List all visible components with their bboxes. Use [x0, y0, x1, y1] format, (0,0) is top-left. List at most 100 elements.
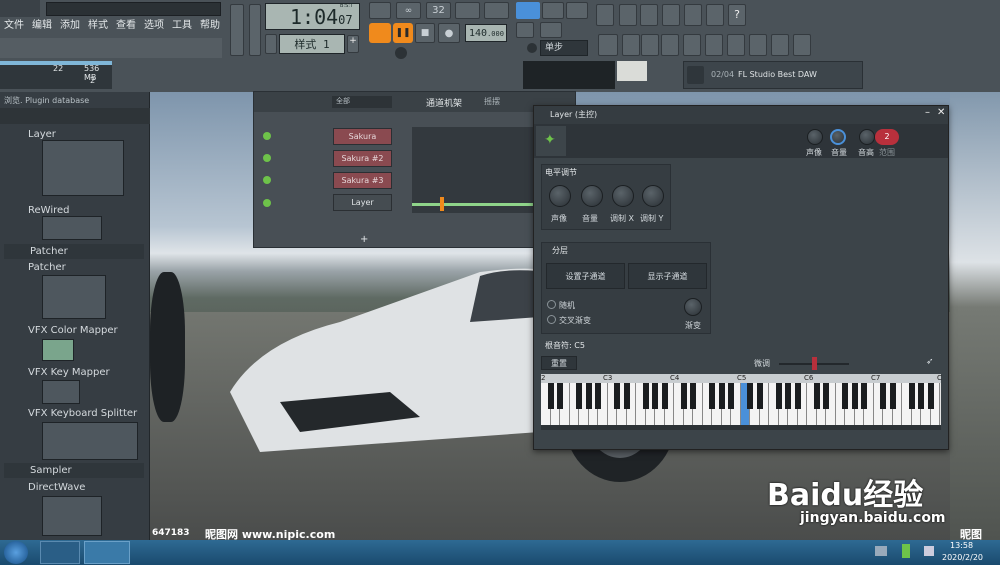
- channel-led[interactable]: [263, 132, 271, 140]
- step-edit-icon[interactable]: [455, 2, 480, 19]
- black-key[interactable]: [794, 383, 801, 409]
- save-icon[interactable]: [596, 4, 614, 26]
- browser-item-vfx-key-mapper[interactable]: VFX Key Mapper: [28, 367, 110, 378]
- volume-tray-icon[interactable]: [924, 546, 934, 556]
- wrench-icon[interactable]: ✦: [536, 126, 566, 156]
- channel-rack-titlebar[interactable]: 全部 通道机架 摇摆: [254, 92, 575, 112]
- black-key[interactable]: [576, 383, 582, 409]
- finetune-handle[interactable]: [812, 357, 817, 370]
- menu-tools[interactable]: 工具: [168, 19, 196, 35]
- black-key[interactable]: [775, 383, 782, 409]
- pattern-song-toggle[interactable]: [369, 23, 391, 43]
- piano-keys[interactable]: [541, 383, 941, 425]
- touch-keyboard-icon[interactable]: [771, 34, 789, 56]
- crossfade-radio[interactable]: [547, 315, 556, 324]
- black-key[interactable]: [747, 383, 753, 409]
- bird-icon[interactable]: ➶: [926, 357, 934, 367]
- black-key[interactable]: [880, 383, 886, 409]
- menu-file[interactable]: 文件: [0, 19, 28, 35]
- level-pan-knob[interactable]: [549, 185, 571, 207]
- black-key[interactable]: [595, 383, 601, 409]
- link-icon[interactable]: [540, 22, 562, 38]
- root-note-keyboard[interactable]: 2 C3 C4 C5 C6 C7 C: [541, 374, 942, 430]
- keyboard-scrollbar[interactable]: [541, 425, 941, 430]
- stop-button[interactable]: ■: [415, 23, 435, 43]
- browser-icon[interactable]: [683, 34, 701, 56]
- download-icon[interactable]: [687, 66, 704, 84]
- black-key[interactable]: [709, 383, 715, 409]
- black-key[interactable]: [861, 383, 867, 409]
- render-icon[interactable]: [684, 4, 702, 26]
- layer-titlebar[interactable]: Layer (主控) – ✕: [534, 106, 948, 124]
- mod-y-knob[interactable]: [642, 185, 664, 207]
- reset-button[interactable]: 重置: [541, 356, 577, 370]
- channel-button-sakura[interactable]: Sakura: [333, 128, 392, 145]
- mod-x-knob[interactable]: [612, 185, 634, 207]
- keyboard-tray-icon[interactable]: [875, 546, 887, 556]
- bird-icon[interactable]: [793, 34, 811, 56]
- menu-edit[interactable]: 编辑: [28, 19, 56, 35]
- menu-view[interactable]: 查看: [112, 19, 140, 35]
- black-key[interactable]: [908, 383, 915, 409]
- browser-header[interactable]: 浏览. Plugin database: [4, 95, 89, 106]
- pattern-selector[interactable]: 样式 1: [279, 34, 345, 54]
- black-key[interactable]: [927, 383, 934, 409]
- minimize-icon[interactable]: –: [925, 107, 930, 118]
- black-key[interactable]: [680, 383, 687, 409]
- plugin-manager-icon[interactable]: [727, 34, 745, 56]
- taskbar-app-browser[interactable]: [40, 541, 80, 564]
- black-key[interactable]: [690, 383, 696, 409]
- black-key[interactable]: [585, 383, 592, 409]
- browser-item-patcher[interactable]: Patcher: [28, 262, 66, 273]
- window-controls[interactable]: [0, 0, 40, 17]
- snap-selector[interactable]: 单步: [540, 40, 588, 56]
- pattern-add-icon[interactable]: +: [347, 35, 359, 53]
- master-pitch-slider[interactable]: [249, 4, 261, 56]
- menu-options[interactable]: 选项: [140, 19, 168, 35]
- black-key[interactable]: [823, 383, 829, 409]
- channel-button-sakura-2[interactable]: Sakura #2: [333, 150, 392, 167]
- help-icon[interactable]: ?: [728, 4, 746, 26]
- black-key[interactable]: [718, 383, 725, 409]
- black-key[interactable]: [756, 383, 763, 409]
- pattern-prev-icon[interactable]: [265, 34, 277, 54]
- piano-roll-icon[interactable]: [622, 34, 640, 56]
- black-key[interactable]: [785, 383, 791, 409]
- fade-knob[interactable]: [684, 298, 702, 316]
- level-volume-knob[interactable]: [581, 185, 603, 207]
- black-key[interactable]: [851, 383, 858, 409]
- browser-item-layer[interactable]: Layer: [28, 129, 56, 140]
- undo-icon[interactable]: [662, 4, 680, 26]
- battery-icon[interactable]: [902, 544, 910, 558]
- microphone-icon[interactable]: [706, 4, 724, 26]
- record-mode-icon[interactable]: [369, 2, 391, 19]
- close-icon[interactable]: ✕: [937, 107, 945, 118]
- plug-icon[interactable]: [749, 34, 767, 56]
- blend-notes-icon[interactable]: [484, 2, 509, 19]
- taskbar-app-flstudio[interactable]: [84, 541, 130, 564]
- piano-keyboard-mode-icon[interactable]: [516, 2, 540, 19]
- black-key[interactable]: [652, 383, 658, 409]
- menu-patterns[interactable]: 样式: [84, 19, 112, 35]
- channel-led[interactable]: [263, 199, 271, 207]
- tempo-display[interactable]: 140.000: [465, 24, 507, 42]
- browser-section-patcher[interactable]: Patcher: [4, 244, 144, 259]
- channel-button-sakura-3[interactable]: Sakura #3: [333, 172, 392, 189]
- channel-filter-select[interactable]: 全部: [332, 96, 392, 108]
- channel-button-layer[interactable]: Layer: [333, 194, 392, 211]
- black-key[interactable]: [547, 383, 554, 409]
- channel-led[interactable]: [263, 154, 271, 162]
- comment-icon[interactable]: [640, 4, 658, 26]
- mixer-icon[interactable]: [661, 34, 679, 56]
- loop-icon[interactable]: ∞: [396, 2, 421, 19]
- pencil-icon[interactable]: [516, 22, 534, 38]
- typing-keyboard-icon[interactable]: [542, 2, 564, 19]
- master-volume-slider[interactable]: [230, 4, 244, 56]
- volume-knob[interactable]: [830, 129, 846, 145]
- black-key[interactable]: [842, 383, 848, 409]
- black-key[interactable]: [557, 383, 563, 409]
- browser-item-rewired[interactable]: ReWired: [28, 205, 70, 216]
- set-children-button[interactable]: 设置子通道: [546, 263, 625, 289]
- pitch-knob[interactable]: [859, 129, 875, 145]
- start-button[interactable]: [4, 541, 28, 564]
